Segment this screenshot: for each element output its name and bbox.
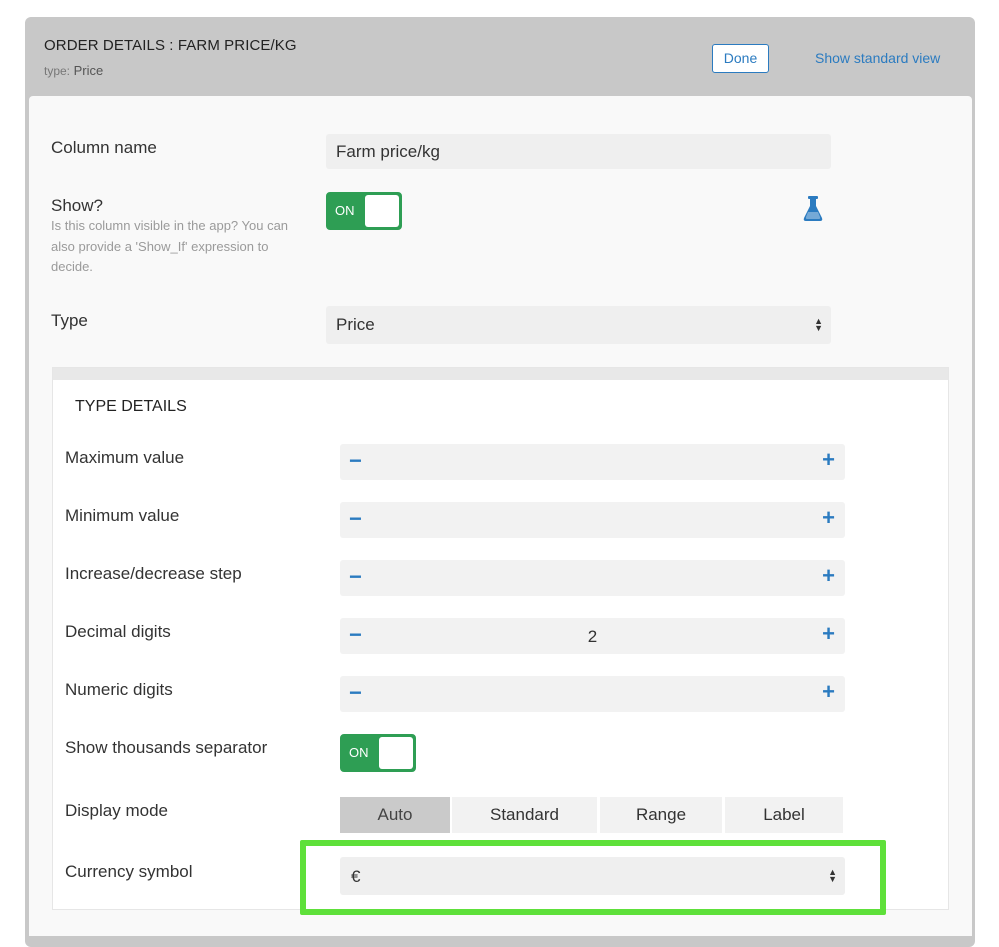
- show-toggle-label: ON: [335, 203, 355, 218]
- type-select[interactable]: Price ▲ ▼: [326, 306, 831, 344]
- step-label: Increase/decrease step: [65, 564, 242, 583]
- numeric-digits-label: Numeric digits: [65, 680, 173, 699]
- numeric-digits-stepper[interactable]: − +: [340, 676, 845, 712]
- minimum-value-stepper[interactable]: − +: [340, 502, 845, 538]
- plus-icon[interactable]: +: [822, 449, 835, 471]
- currency-symbol-label: Currency symbol: [65, 862, 193, 881]
- thousands-separator-toggle[interactable]: ON: [340, 734, 416, 772]
- type-subtitle: type: Price: [44, 63, 103, 78]
- step-stepper[interactable]: − +: [340, 560, 845, 596]
- display-mode-label-option[interactable]: Label: [725, 797, 843, 833]
- minimum-value-label: Minimum value: [65, 506, 180, 525]
- show-label: Show?: [51, 196, 103, 215]
- plus-icon[interactable]: +: [822, 565, 835, 587]
- thousands-separator-label: Show thousands separator: [65, 738, 268, 757]
- display-mode-range[interactable]: Range: [600, 797, 722, 833]
- currency-symbol-value: €: [351, 867, 361, 886]
- minus-icon[interactable]: −: [349, 566, 362, 588]
- flask-icon[interactable]: [803, 196, 823, 222]
- toggle-knob: [379, 737, 413, 769]
- display-mode-auto[interactable]: Auto: [340, 797, 450, 833]
- show-toggle[interactable]: ON: [326, 192, 402, 230]
- decimal-digits-label: Decimal digits: [65, 622, 171, 641]
- done-button[interactable]: Done: [712, 44, 769, 73]
- plus-icon[interactable]: +: [822, 623, 835, 645]
- display-mode-label: Display mode: [65, 801, 168, 820]
- currency-symbol-select[interactable]: € ▲ ▼: [340, 857, 845, 895]
- type-details-title: TYPE DETAILS: [75, 398, 187, 415]
- select-arrows-icon: ▲ ▼: [828, 867, 837, 884]
- minus-icon[interactable]: −: [349, 682, 362, 704]
- type-select-value: Price: [336, 315, 375, 334]
- minus-icon[interactable]: −: [349, 450, 362, 472]
- decimal-digits-stepper[interactable]: − 2 +: [340, 618, 845, 654]
- panel-title: ORDER DETAILS : FARM PRICE/KG: [44, 37, 297, 54]
- show-standard-view-link[interactable]: Show standard view: [815, 50, 940, 66]
- show-help-text: Is this column visible in the app? You c…: [51, 218, 289, 274]
- type-subtitle-value: Price: [73, 63, 104, 78]
- display-mode-standard[interactable]: Standard: [452, 797, 597, 833]
- column-name-label: Column name: [51, 138, 157, 157]
- thousands-toggle-label: ON: [349, 745, 369, 760]
- plus-icon[interactable]: +: [822, 681, 835, 703]
- decimal-digits-input[interactable]: 2: [340, 627, 845, 647]
- maximum-value-stepper[interactable]: − +: [340, 444, 845, 480]
- plus-icon[interactable]: +: [822, 507, 835, 529]
- type-label: Type: [51, 311, 88, 330]
- select-arrows-icon: ▲ ▼: [814, 316, 823, 333]
- column-name-input[interactable]: Farm price/kg: [326, 134, 831, 169]
- type-details-top-bar: [53, 368, 948, 380]
- toggle-knob: [365, 195, 399, 227]
- minus-icon[interactable]: −: [349, 508, 362, 530]
- maximum-value-label: Maximum value: [65, 448, 185, 467]
- type-subtitle-label: type:: [44, 64, 71, 78]
